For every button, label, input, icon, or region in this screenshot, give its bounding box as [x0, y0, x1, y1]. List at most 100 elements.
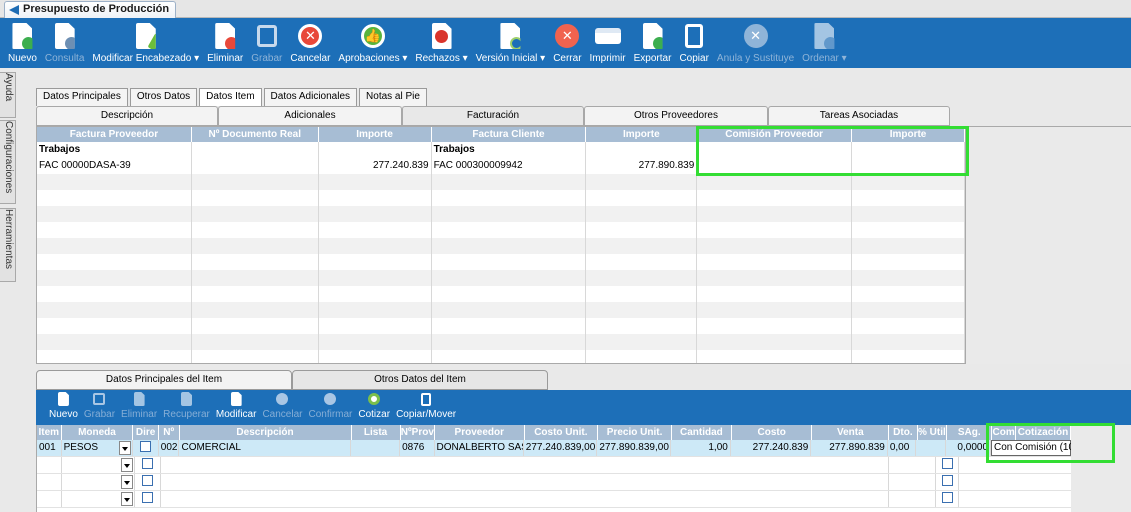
empty-cell [37, 350, 192, 363]
tab-adicionales[interactable]: Adicionales [218, 106, 402, 126]
consulta-button[interactable]: Consulta [41, 18, 88, 68]
col-precio-unit[interactable]: Precio Unit. [598, 425, 672, 440]
item-cancelar-button[interactable]: Cancelar [259, 390, 305, 425]
items-grid-empty-area [1071, 425, 1131, 512]
tab-datos-adicionales[interactable]: Datos Adicionales [263, 88, 358, 106]
empty-cell [852, 302, 965, 318]
copiar-button[interactable]: Copiar [675, 18, 712, 68]
item-grabar-button[interactable]: Grabar [81, 390, 118, 425]
col-cotizacion[interactable]: Cotización [1016, 425, 1071, 440]
dire-checkbox[interactable] [142, 457, 153, 469]
empty-cell [852, 334, 965, 350]
cancelar-button[interactable]: ✕ Cancelar [286, 18, 334, 68]
grabar-button[interactable]: Grabar [247, 18, 286, 68]
dire-checkbox[interactable] [142, 491, 153, 503]
empty-cell [697, 270, 853, 286]
cerrar-button[interactable]: ✕ Cerrar [549, 18, 585, 68]
table-row[interactable]: 001 PESOS 002 COMERCIAL 0876 DONALBERTO … [37, 440, 1071, 457]
col-descripcion[interactable]: Descripción [180, 425, 352, 440]
com-checkbox[interactable] [941, 491, 953, 503]
table-row[interactable]: FAC 00000DASA-39 277.240.839 FAC 0003000… [37, 158, 965, 174]
col-sag[interactable]: SAg. [947, 425, 993, 440]
com-checkbox[interactable] [941, 474, 953, 486]
window-tab-title: Presupuesto de Producción [23, 3, 170, 15]
tab-otros-datos-item[interactable]: Otros Datos del Item [292, 370, 548, 390]
empty-cell [319, 206, 432, 222]
tab-otros-datos[interactable]: Otros Datos [129, 88, 198, 106]
col-comision-proveedor[interactable]: Comisión Proveedor [697, 127, 853, 142]
tab-descripcion[interactable]: Descripción [36, 106, 218, 126]
table-row[interactable]: Trabajos Trabajos [37, 142, 965, 158]
empty-cell [37, 286, 192, 302]
col-importe-proveedor[interactable]: Importe [319, 127, 432, 142]
col-venta[interactable]: Venta [812, 425, 890, 440]
exportar-button[interactable]: Exportar [630, 18, 676, 68]
empty-cell [192, 206, 319, 222]
moneda-dropdown[interactable] [121, 458, 133, 472]
col-lista[interactable]: Lista [352, 425, 401, 440]
table-row[interactable] [37, 474, 1071, 491]
modificar-encabezado-button[interactable]: Modificar Encabezado ▾ [88, 18, 203, 68]
item-confirmar-button[interactable]: Confirmar [305, 390, 355, 425]
tab-notas-al-pie[interactable]: Notas al Pie [359, 88, 427, 106]
aprobaciones-button[interactable]: 👍 Aprobaciones ▾ [334, 18, 411, 68]
col-util[interactable]: % Util [918, 425, 948, 440]
com-checkbox[interactable] [941, 457, 953, 469]
version-inicial-button[interactable]: Versión Inicial ▾ [472, 18, 550, 68]
col-costo[interactable]: Costo [732, 425, 813, 440]
col-dire[interactable]: Dire [133, 425, 159, 440]
col-moneda[interactable]: Moneda [62, 425, 134, 440]
item-recuperar-button[interactable]: Recuperar [160, 390, 213, 425]
nuevo-button[interactable]: Nuevo [4, 18, 41, 68]
item-copiar-mover-button[interactable]: Copiar/Mover [393, 390, 459, 425]
side-tab-herramientas[interactable]: Herramientas [0, 208, 16, 282]
table-row[interactable] [37, 491, 1071, 508]
empty-cell [432, 254, 587, 270]
item-eliminar-button[interactable]: Eliminar [118, 390, 160, 425]
empty-cell [586, 174, 698, 190]
ordenar-button[interactable]: Ordenar ▾ [798, 18, 851, 68]
tab-otros-proveedores[interactable]: Otros Proveedores [584, 106, 768, 126]
item-nuevo-button[interactable]: Nuevo [46, 390, 81, 425]
item-cotizar-button[interactable]: Cotizar [355, 390, 393, 425]
side-tab-configuraciones[interactable]: Configuraciones [0, 120, 16, 204]
col-numero[interactable]: Nº [159, 425, 180, 440]
empty-cell [37, 270, 192, 286]
empty-cell [586, 350, 698, 363]
col-proveedor[interactable]: Proveedor [435, 425, 525, 440]
billing-grid-empty-area [966, 126, 1131, 364]
tab-tareas-asociadas[interactable]: Tareas Asociadas [768, 106, 950, 126]
col-nprov[interactable]: NºProv [401, 425, 436, 440]
eliminar-button[interactable]: Eliminar [203, 18, 247, 68]
tab-datos-item[interactable]: Datos Item [199, 88, 262, 106]
empty-cell [192, 254, 319, 270]
item-modificar-button[interactable]: Modificar [213, 390, 260, 425]
tab-datos-principales[interactable]: Datos Principales [36, 88, 128, 106]
tab-datos-principales-item[interactable]: Datos Principales del Item [36, 370, 292, 390]
col-cantidad[interactable]: Cantidad [672, 425, 732, 440]
col-factura-proveedor[interactable]: Factura Proveedor [37, 127, 192, 142]
col-importe-cliente[interactable]: Importe [586, 127, 698, 142]
cotizacion-cell[interactable]: Con Comisión (10,0000%) [991, 440, 1071, 456]
anula-sustituye-button[interactable]: ✕ Anula y Sustituye [713, 18, 798, 68]
col-costo-unit[interactable]: Costo Unit. [525, 425, 599, 440]
tab-facturacion[interactable]: Facturación [402, 106, 584, 126]
moneda-dropdown[interactable] [121, 475, 133, 489]
order-icon [814, 23, 835, 49]
window-tab[interactable]: Presupuesto de Producción [4, 1, 177, 18]
col-factura-cliente[interactable]: Factura Cliente [432, 127, 587, 142]
col-importe-comision[interactable]: Importe [852, 127, 965, 142]
empty-cell [192, 286, 319, 302]
col-item[interactable]: Item [37, 425, 62, 440]
dire-checkbox[interactable] [142, 474, 153, 486]
col-dto[interactable]: Dto. [889, 425, 918, 440]
col-documento-real[interactable]: Nº Documento Real [192, 127, 319, 142]
imprimir-button[interactable]: Imprimir [586, 18, 630, 68]
table-row[interactable] [37, 457, 1071, 474]
side-tab-ayuda[interactable]: Ayuda [0, 72, 16, 118]
moneda-dropdown[interactable] [121, 492, 133, 506]
rechazos-button[interactable]: Rechazos ▾ [411, 18, 471, 68]
dire-checkbox[interactable] [140, 440, 151, 452]
col-com[interactable]: Com [992, 425, 1016, 440]
moneda-dropdown[interactable] [119, 441, 132, 455]
